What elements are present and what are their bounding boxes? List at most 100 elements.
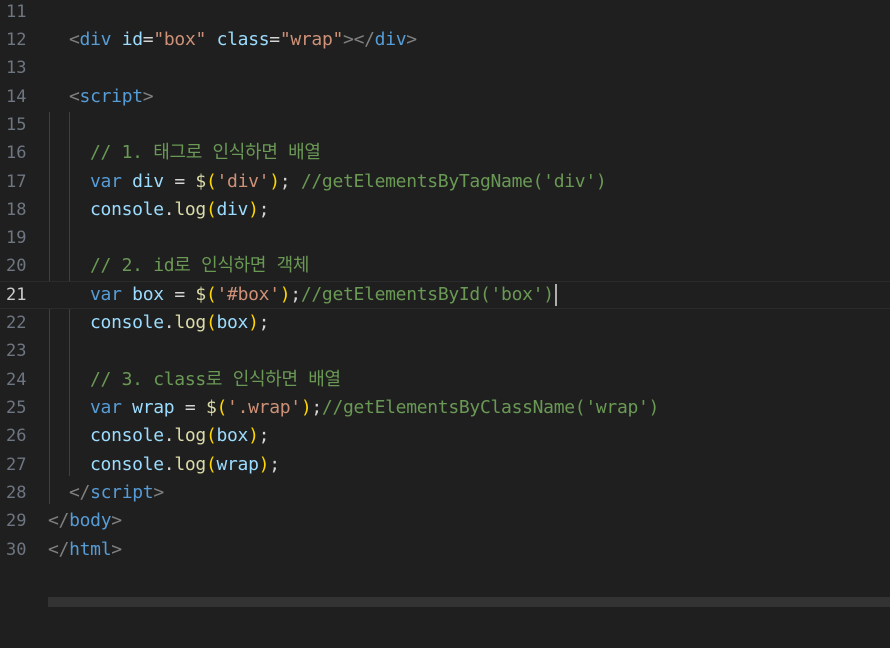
code-text: <script>	[69, 83, 154, 111]
bracket: (	[205, 312, 217, 333]
line-number: 30	[6, 540, 27, 560]
semicolon: ;	[279, 171, 301, 192]
dot: .	[163, 425, 175, 446]
object-name: console	[90, 199, 164, 220]
equals-sign: =	[269, 29, 280, 50]
line-number: 13	[6, 58, 27, 78]
line-number: 12	[6, 30, 27, 50]
keyword: var	[90, 284, 122, 305]
dot: .	[163, 312, 175, 333]
line-number: 29	[6, 511, 27, 531]
variable-name: wrap	[132, 397, 175, 418]
code-text: var box = $('#box');//getElementsById('b…	[90, 281, 557, 309]
tag-name: html	[69, 539, 112, 560]
code-line[interactable]: 14 <script>	[0, 83, 890, 111]
code-text: // 1. 태그로 인식하면 배열	[90, 139, 321, 167]
line-number: 15	[6, 115, 27, 135]
attribute-name: class	[216, 29, 270, 50]
line-number: 17	[6, 172, 27, 192]
code-comment: //getElementsByClassName('wrap')	[321, 397, 660, 418]
line-number: 22	[6, 313, 27, 333]
argument: box	[216, 425, 249, 446]
bracket: (	[205, 284, 217, 305]
tag-bracket: >	[406, 29, 417, 50]
tag-name: body	[69, 510, 112, 531]
tag-bracket: </	[48, 539, 70, 560]
tag-bracket: >	[153, 482, 164, 503]
semicolon: ;	[258, 312, 270, 333]
tag-bracket: >	[343, 29, 354, 50]
code-line[interactable]: 26 console.log(box);	[0, 422, 890, 450]
code-line[interactable]: 28 </script>	[0, 479, 890, 507]
semicolon: ;	[290, 284, 301, 305]
code-line[interactable]: 20 // 2. id로 인식하면 객체	[0, 252, 890, 280]
function-name: $	[205, 397, 217, 418]
tag-bracket: </	[69, 482, 91, 503]
tag-name: div	[374, 29, 407, 50]
code-text: console.log(div);	[90, 196, 269, 224]
attribute-name: id	[121, 29, 143, 50]
tag-name: div	[79, 29, 112, 50]
code-text: <div id="box" class="wrap"></div>	[69, 26, 417, 54]
operator: =	[174, 397, 206, 418]
bracket: )	[269, 171, 280, 192]
horizontal-scrollbar[interactable]	[48, 597, 890, 607]
function-name: log	[174, 199, 206, 220]
tag-bracket: <	[69, 86, 80, 107]
code-line[interactable]: 30 </html>	[0, 536, 890, 564]
object-name: console	[90, 312, 164, 333]
line-number: 18	[6, 200, 27, 220]
code-line[interactable]: 15	[0, 111, 890, 139]
code-line[interactable]: 19	[0, 224, 890, 252]
argument: box	[216, 312, 249, 333]
operator: =	[163, 284, 196, 305]
code-line[interactable]: 16 // 1. 태그로 인식하면 배열	[0, 139, 890, 167]
semicolon: ;	[258, 425, 270, 446]
function-name: log	[174, 425, 206, 446]
code-line-active[interactable]: 21 var box = $('#box');//getElementsById…	[0, 281, 890, 309]
code-text: // 2. id로 인식하면 객체	[90, 252, 310, 280]
code-comment: //getElementsByTagName('div')	[300, 171, 607, 192]
semicolon: ;	[311, 397, 322, 418]
code-line[interactable]: 24 // 3. class로 인식하면 배열	[0, 366, 890, 394]
function-name: log	[174, 312, 206, 333]
code-line[interactable]: 12 <div id="box" class="wrap"></div>	[0, 26, 890, 54]
code-text: </script>	[69, 479, 164, 507]
bracket: (	[205, 454, 217, 475]
code-line[interactable]: 25 var wrap = $('.wrap');//getElementsBy…	[0, 394, 890, 422]
code-line[interactable]: 29 </body>	[0, 507, 890, 535]
code-line[interactable]: 23	[0, 337, 890, 365]
bracket: )	[248, 199, 259, 220]
string-literal: 'div'	[216, 171, 270, 192]
line-number: 21	[6, 285, 27, 305]
line-number: 16	[6, 143, 27, 163]
tag-bracket: >	[111, 510, 122, 531]
text-cursor	[554, 284, 557, 306]
tag-bracket: <	[69, 29, 80, 50]
line-number: 27	[6, 455, 27, 475]
code-line[interactable]: 11	[0, 0, 890, 26]
bracket: )	[248, 312, 259, 333]
code-text: console.log(box);	[90, 422, 269, 450]
string-literal: '#box'	[216, 284, 281, 305]
code-line[interactable]: 13	[0, 54, 890, 82]
code-text: var wrap = $('.wrap');//getElementsByCla…	[90, 394, 659, 422]
function-name: log	[174, 454, 206, 475]
code-text: console.log(wrap);	[90, 451, 280, 479]
code-line[interactable]: 18 console.log(div);	[0, 196, 890, 224]
code-comment: // 3. class로 인식하면 배열	[90, 369, 341, 390]
attribute-value: "box"	[153, 29, 207, 50]
code-editor[interactable]: 11 12 <div id="box" class="wrap"></div> …	[0, 0, 890, 607]
line-number: 11	[6, 2, 27, 22]
bracket: )	[279, 284, 291, 305]
bracket: (	[205, 425, 217, 446]
tag-bracket: </	[48, 510, 70, 531]
code-line[interactable]: 27 console.log(wrap);	[0, 451, 890, 479]
dot: .	[163, 199, 175, 220]
code-comment: // 2. id로 인식하면 객체	[90, 255, 310, 276]
variable-name: div	[132, 171, 164, 192]
code-line[interactable]: 22 console.log(box);	[0, 309, 890, 337]
code-line[interactable]: 17 var div = $('div'); //getElementsByTa…	[0, 168, 890, 196]
line-number: 25	[6, 398, 27, 418]
line-number: 20	[6, 256, 27, 276]
